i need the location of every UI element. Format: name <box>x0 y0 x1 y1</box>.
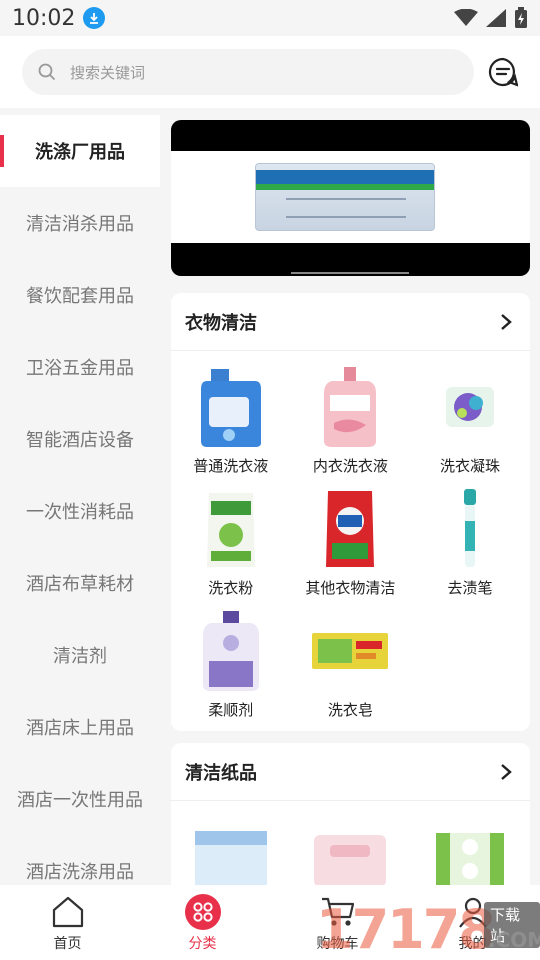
search-input[interactable]: 搜索关键词 <box>22 49 474 95</box>
sidebar-item-cleaning-disinfection[interactable]: 清洁消杀用品 <box>0 187 160 259</box>
product-package-image <box>255 163 435 231</box>
product-label: 其他衣物清洁 <box>305 579 396 597</box>
section-card-clothing: 衣物清洁 普通洗衣液 内衣洗衣液 洗衣凝珠 洗衣粉 其他衣物清洁 去渍笔 柔顺剂… <box>171 293 530 731</box>
product-item[interactable] <box>171 823 291 885</box>
category-sidebar: 洗涤厂用品 清洁消杀用品 餐饮配套用品 卫浴五金用品 智能酒店设备 一次性消耗品… <box>0 115 160 885</box>
tab-label: 首页 <box>53 935 82 952</box>
category-icon <box>184 893 222 931</box>
product-label: 洗衣凝珠 <box>439 457 500 475</box>
product-label: 内衣洗衣液 <box>312 457 388 475</box>
sidebar-item-label: 餐饮配套用品 <box>26 286 134 307</box>
laundry-pods-image <box>428 365 512 449</box>
product-item[interactable] <box>291 823 411 885</box>
sidebar-item-hotel-disposables[interactable]: 酒店一次性用品 <box>0 763 160 835</box>
sidebar-item-smart-hotel[interactable]: 智能酒店设备 <box>0 403 160 475</box>
product-label: 柔顺剂 <box>208 701 254 719</box>
product-item[interactable]: 去渍笔 <box>410 487 530 609</box>
product-label: 普通洗衣液 <box>193 457 269 475</box>
section-header[interactable]: 衣物清洁 <box>171 293 530 351</box>
sidebar-item-label: 洗涤厂用品 <box>35 142 125 163</box>
product-label: 洗衣皂 <box>327 701 373 719</box>
sidebar-item-label: 清洁消杀用品 <box>26 214 134 235</box>
sidebar-item-label: 酒店床上用品 <box>26 718 134 739</box>
sidebar-item-linen[interactable]: 酒店布草耗材 <box>0 547 160 619</box>
toilet-paper-image <box>428 823 512 885</box>
sidebar-item-bedding[interactable]: 酒店床上用品 <box>0 691 160 763</box>
sidebar-item-label: 清洁剂 <box>53 646 107 667</box>
sidebar-item-catering[interactable]: 餐饮配套用品 <box>0 259 160 331</box>
search-icon <box>38 63 56 81</box>
home-icon <box>49 893 87 931</box>
promo-banner[interactable] <box>171 120 530 276</box>
product-grid: 普通洗衣液 内衣洗衣液 洗衣凝珠 洗衣粉 其他衣物清洁 去渍笔 柔顺剂 洗衣皂 <box>171 351 530 731</box>
site-watermark: 17178 下载站 .COM <box>316 896 540 960</box>
section-title: 清洁纸品 <box>185 762 257 784</box>
product-label: 去渍笔 <box>447 579 493 597</box>
product-item[interactable]: 洗衣粉 <box>171 487 291 609</box>
status-bar: 10:02 <box>0 0 540 36</box>
sidebar-item-label: 卫浴五金用品 <box>26 358 134 379</box>
banner-indicator <box>291 272 409 274</box>
laundry-powder-image <box>189 487 273 571</box>
chevron-right-icon[interactable] <box>496 312 516 332</box>
sidebar-item-hotel-washing[interactable]: 酒店洗涤用品 <box>0 835 160 885</box>
stain-pen-image <box>428 487 512 571</box>
section-header[interactable]: 清洁纸品 <box>171 743 530 801</box>
product-label: 洗衣粉 <box>208 579 254 597</box>
tab-home[interactable]: 首页 <box>0 885 135 960</box>
watermark-domain: .COM <box>488 928 540 952</box>
product-item[interactable]: 普通洗衣液 <box>171 365 291 487</box>
section-card-paper: 清洁纸品 <box>171 743 530 885</box>
section-title: 衣物清洁 <box>185 312 257 334</box>
product-item[interactable]: 内衣洗衣液 <box>291 365 411 487</box>
search-bar: 搜索关键词 <box>0 36 540 108</box>
message-button[interactable] <box>488 57 518 87</box>
laundry-soap-image <box>308 609 392 693</box>
category-content: 衣物清洁 普通洗衣液 内衣洗衣液 洗衣凝珠 洗衣粉 其他衣物清洁 去渍笔 柔顺剂… <box>160 108 540 885</box>
sidebar-item-label: 一次性消耗品 <box>26 502 134 523</box>
sidebar-item-label: 酒店洗涤用品 <box>26 862 134 883</box>
product-grid <box>171 801 530 885</box>
search-placeholder: 搜索关键词 <box>70 63 146 82</box>
sidebar-item-label: 智能酒店设备 <box>26 430 134 451</box>
download-icon <box>83 7 106 29</box>
product-item[interactable]: 柔顺剂 <box>171 609 291 731</box>
sidebar-item-disposables[interactable]: 一次性消耗品 <box>0 475 160 547</box>
tab-label: 分类 <box>188 935 217 952</box>
chevron-right-icon[interactable] <box>496 762 516 782</box>
sidebar-item-label: 酒店一次性用品 <box>17 790 143 811</box>
message-icon <box>488 57 518 87</box>
banner-image <box>171 151 530 243</box>
status-time: 10:02 <box>12 5 76 31</box>
product-item[interactable] <box>410 823 530 885</box>
battery-icon <box>515 7 527 28</box>
wet-wipes-image <box>308 823 392 885</box>
tissue-box-image <box>189 823 273 885</box>
sidebar-item-label: 酒店布草耗材 <box>26 574 134 595</box>
signal-icon <box>486 9 506 27</box>
laundry-liquid-image <box>189 365 273 449</box>
underwear-detergent-image <box>308 365 392 449</box>
product-item[interactable]: 洗衣凝珠 <box>410 365 530 487</box>
tab-category[interactable]: 分类 <box>135 885 270 960</box>
product-item[interactable]: 其他衣物清洁 <box>291 487 411 609</box>
wifi-icon <box>454 9 478 26</box>
product-item[interactable]: 洗衣皂 <box>291 609 411 731</box>
sidebar-item-bathroom-hardware[interactable]: 卫浴五金用品 <box>0 331 160 403</box>
watermark-number: 17178 <box>316 898 496 960</box>
sidebar-item-detergent[interactable]: 清洁剂 <box>0 619 160 691</box>
other-clothing-cleaner-image <box>308 487 392 571</box>
sidebar-item-laundry-factory[interactable]: 洗涤厂用品 <box>0 115 160 187</box>
fabric-softener-image <box>189 609 273 693</box>
